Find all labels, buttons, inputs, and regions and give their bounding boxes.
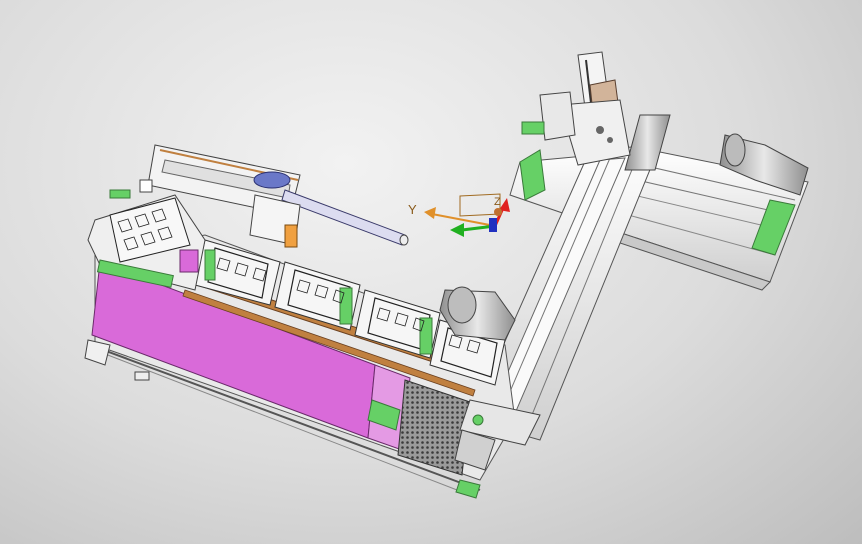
y-axis-label: Y xyxy=(408,202,417,217)
cad-viewport[interactable]: Y Z xyxy=(0,0,862,544)
z-axis-carriage xyxy=(521,51,631,166)
coordinate-triad: Y Z xyxy=(408,193,510,237)
triad-origin xyxy=(489,218,497,232)
z-axis-label: Z xyxy=(494,196,501,208)
blue-pulley xyxy=(253,171,291,189)
cad-model-canvas[interactable]: Y Z xyxy=(0,0,862,544)
